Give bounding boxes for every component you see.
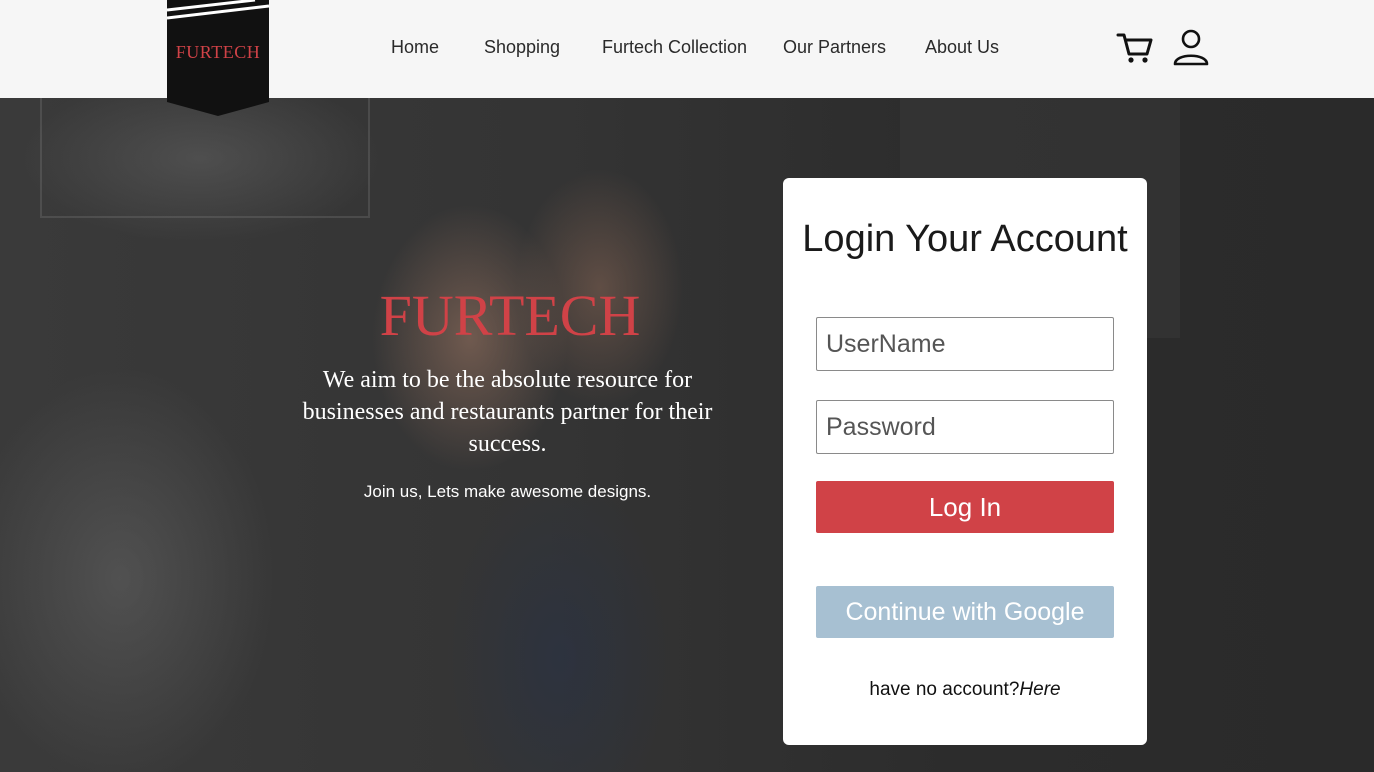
signup-prompt: have no account?Here: [783, 679, 1147, 701]
user-icon[interactable]: [1172, 27, 1210, 74]
background-photo: [40, 98, 370, 218]
signup-link[interactable]: Here: [1019, 679, 1060, 700]
login-button[interactable]: Log In: [816, 481, 1114, 533]
logo-text: FURTECH: [175, 42, 261, 62]
hero-brand: FURTECH: [379, 283, 641, 348]
nav-item-shopping[interactable]: Shopping: [484, 37, 560, 58]
nav-item-about-us[interactable]: About Us: [925, 37, 999, 58]
hero-tagline: We aim to be the absolute resource for b…: [302, 367, 713, 457]
username-field[interactable]: [816, 317, 1114, 371]
nav-item-furtech-collection[interactable]: Furtech Collection: [602, 37, 747, 58]
login-title: Login Your Account: [802, 218, 1128, 260]
login-card: Login Your Account Log In Continue with …: [783, 178, 1147, 745]
google-login-button[interactable]: Continue with Google: [816, 586, 1114, 638]
cart-icon[interactable]: [1116, 30, 1154, 71]
signup-prompt-text: have no account?: [869, 679, 1020, 700]
hero-section: FURTECH We aim to be the absolute resour…: [0, 98, 1374, 772]
nav-item-home[interactable]: Home: [391, 37, 439, 58]
hero-subtext: Join us, Lets make awesome designs.: [363, 482, 652, 501]
password-field[interactable]: [816, 400, 1114, 454]
brand-logo[interactable]: FURTECH: [167, 0, 269, 116]
nav-item-our-partners[interactable]: Our Partners: [783, 37, 886, 58]
